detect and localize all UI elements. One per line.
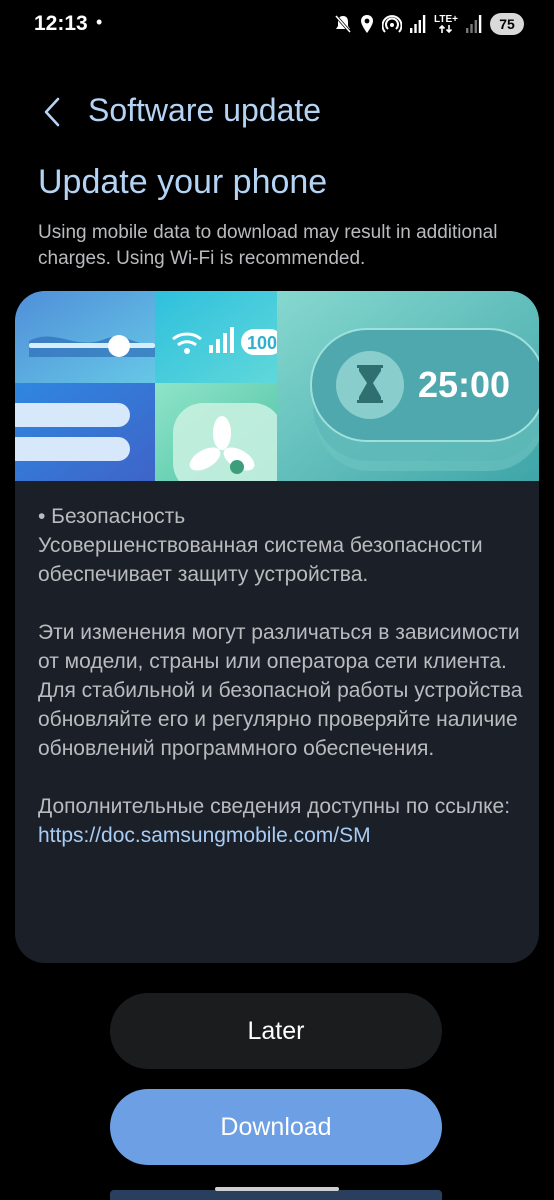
back-button[interactable] — [36, 92, 68, 132]
page-title: Software update — [88, 92, 322, 128]
home-indicator[interactable] — [215, 1187, 339, 1191]
svg-text:25:00: 25:00 — [418, 364, 510, 405]
location-icon — [360, 14, 374, 34]
download-button[interactable]: Download — [110, 1089, 442, 1165]
advice-note: Для стабильной и безопасной работы устро… — [38, 679, 523, 760]
signal-icon-2 — [466, 15, 482, 33]
security-body: Усовершенствованная система безопасности… — [38, 534, 483, 586]
mute-icon — [334, 14, 352, 34]
status-time: 12:13 — [34, 12, 88, 35]
release-notes: • Безопасность Усовершенствованная систе… — [38, 502, 528, 850]
hotspot-icon — [382, 14, 403, 34]
more-info-link[interactable]: https://doc.samsungmobile.com/SM — [38, 824, 371, 847]
status-bar: 12:13 • LTE+ 75 — [0, 0, 554, 52]
chevron-left-icon — [44, 97, 60, 127]
bottom-edge — [110, 1190, 442, 1200]
lte-icon: LTE+ — [434, 14, 458, 34]
status-icons: LTE+ 75 — [334, 13, 524, 35]
mobile-data-warning: Using mobile data to download may result… — [38, 222, 498, 269]
more-info: Дополнительные сведения доступны по ссыл… — [38, 795, 511, 818]
variation-note: Эти изменения могут различаться в зависи… — [38, 621, 520, 673]
later-button[interactable]: Later — [110, 993, 442, 1069]
signal-icon — [410, 15, 426, 33]
notification-dot: • — [96, 12, 103, 32]
security-title: • Безопасность — [38, 505, 186, 528]
battery-icon: 75 — [490, 13, 524, 35]
update-details-card[interactable]: 100 25:00 • Безопасность Усовершенствова… — [15, 291, 539, 963]
update-heading: Update your phone — [38, 163, 328, 201]
svg-text:100: 100 — [247, 333, 277, 353]
update-banner-image: 100 25:00 — [15, 291, 539, 481]
